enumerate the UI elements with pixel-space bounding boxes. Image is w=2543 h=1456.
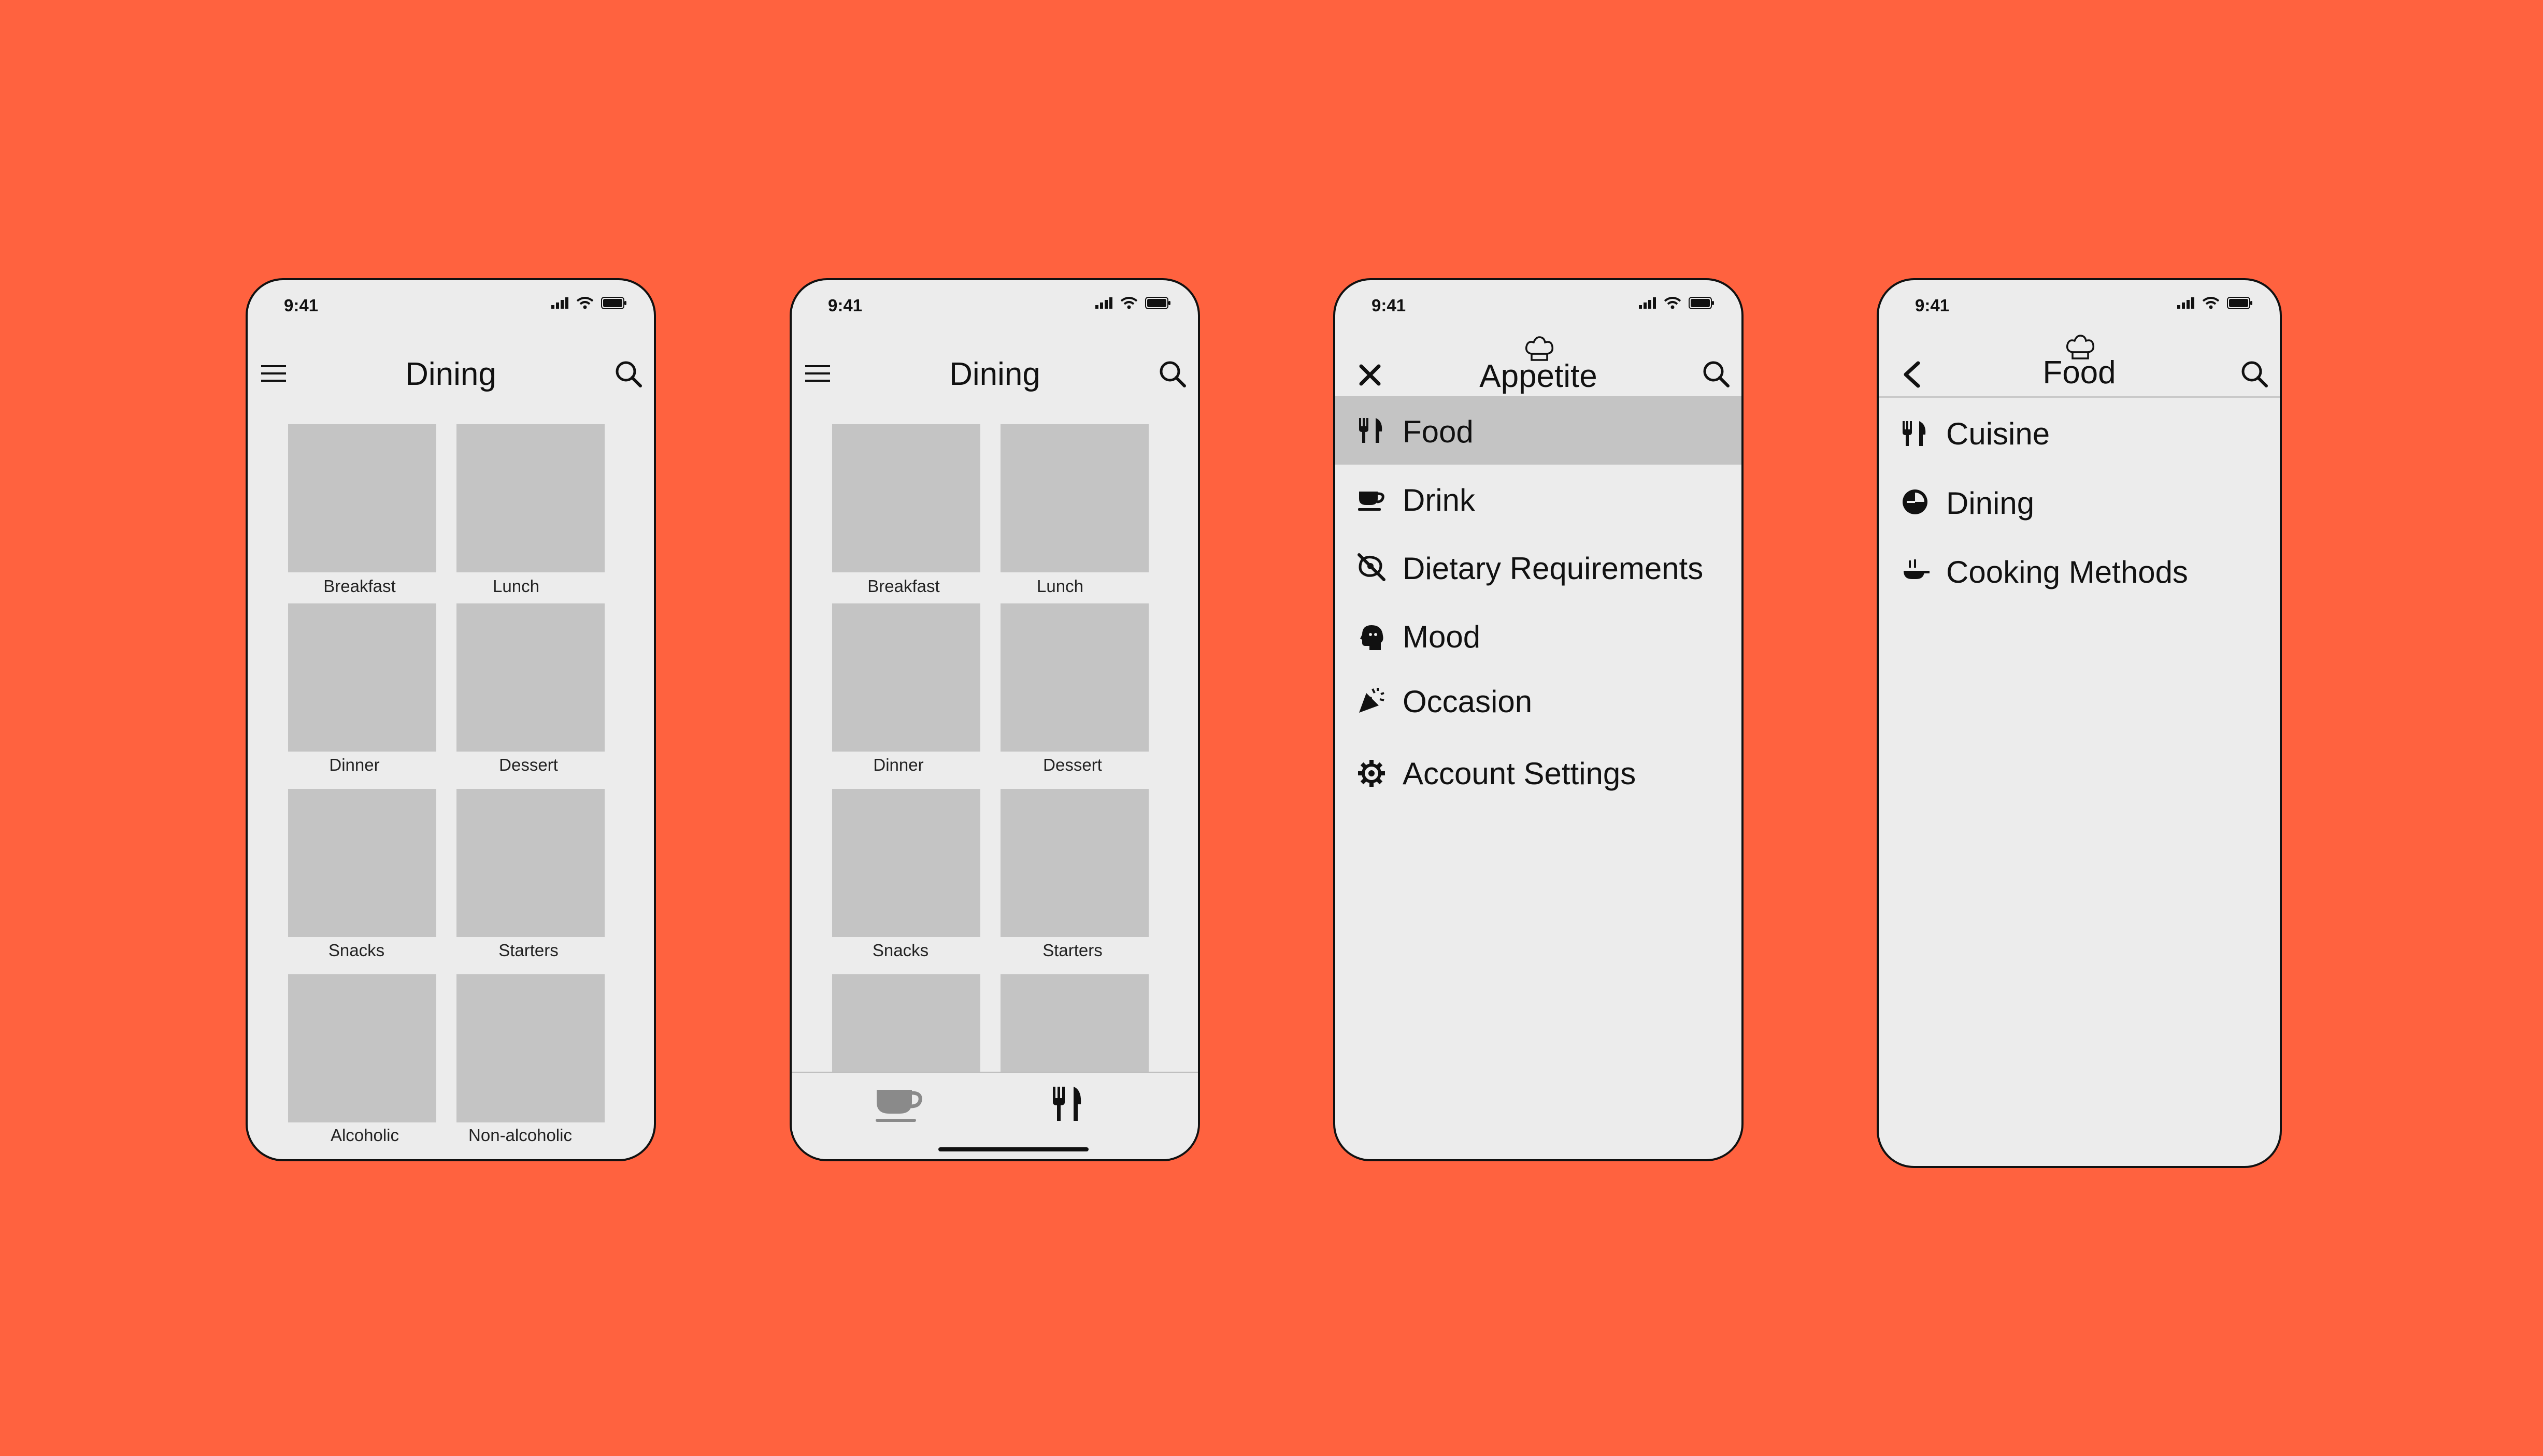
status-time: 9:41 [1371,296,1406,315]
category-tile-dessert[interactable] [456,603,605,752]
category-tile-dessert[interactable] [1001,603,1149,752]
tile-label: Breakfast [867,576,940,596]
app-title: Appetite [1479,358,1597,394]
battery-icon [1689,297,1714,309]
page-title: Food [2042,355,2116,391]
status-bar-icons [551,297,627,309]
menu-item-drink[interactable]: Drink [1335,465,1741,533]
status-time: 9:41 [828,296,863,315]
menu-item-food[interactable]: Food [1335,396,1741,465]
clock-icon [1903,489,1927,514]
wifi-icon [576,297,594,309]
phone-screen-food-submenu: 9:41 Food Cuisine Dining Cooking Methods [1877,278,2282,1168]
search-icon[interactable] [612,358,644,389]
home-indicator [938,1147,1089,1151]
menu-item-label: Food [1403,414,1474,449]
status-time: 9:41 [284,296,319,315]
category-tile-breakfast[interactable] [832,424,980,572]
status-bar-icons [1639,297,1715,309]
cellular-signal-icon [1095,297,1112,309]
menu-item-label: Cuisine [1946,416,2050,451]
menu-item-label: Occasion [1403,684,1533,719]
tile-label: Dessert [499,755,558,774]
page-title: Dining [949,356,1040,392]
page-title: Dining [405,356,496,392]
menu-item-account-settings[interactable]: Account Settings [1335,738,1741,806]
phone-screen-dining-grid: 9:41 Dining Breakfast Lunch Dinner Desse… [246,278,656,1161]
tile-label: Snacks [872,941,929,960]
coffee-cup-icon [1358,492,1384,511]
menu-item-cuisine[interactable]: Cuisine [1879,399,2280,468]
menu-item-label: Drink [1403,483,1476,517]
status-bar-icons [1095,297,1171,309]
category-tile-lunch[interactable] [456,424,605,572]
gear-icon [1358,760,1385,787]
category-tile-non-alcoholic[interactable] [456,974,605,1122]
wifi-icon [1120,297,1138,309]
tile-label: Snacks [328,941,385,960]
menu-item-mood[interactable]: Mood [1335,601,1741,670]
fork-knife-icon [1903,421,1926,446]
search-icon[interactable] [1156,358,1188,389]
menu-item-label: Dining [1946,486,2035,521]
coffee-cup-icon[interactable] [875,1087,924,1126]
tile-label: Starters [1042,941,1103,960]
category-tile-alcoholic[interactable] [288,974,436,1122]
party-popper-icon [1359,688,1384,713]
menu-item-dining[interactable]: Dining [1879,469,2280,537]
search-icon[interactable] [2238,358,2269,389]
category-tile-dinner[interactable] [832,603,980,752]
no-meat-icon [1358,553,1385,581]
menu-item-cooking-methods[interactable]: Cooking Methods [1879,538,2280,606]
cellular-signal-icon [1639,297,1656,309]
menu-item-label: Dietary Requirements [1403,551,1704,586]
cellular-signal-icon [2177,297,2194,309]
menu-item-label: Mood [1403,619,1481,654]
menu-item-occasion[interactable]: Occasion [1335,666,1741,734]
category-tile-snacks[interactable] [832,789,980,937]
status-time: 9:41 [1915,296,1950,315]
phone-screen-dining-tabbar: 9:41 Dining Breakfast Lunch Dinner Desse… [790,278,1200,1161]
battery-icon [601,297,626,309]
category-tile-starters[interactable] [1001,789,1149,937]
tile-label: Non-alcoholic [468,1126,572,1145]
tile-label: Lunch [1037,576,1083,596]
tile-label: Dinner [873,755,924,774]
fork-knife-icon [1359,418,1382,443]
menu-item-label: Account Settings [1403,756,1636,791]
tile-label: Breakfast [323,576,396,596]
search-icon[interactable] [1700,358,1731,389]
tile-label: Lunch [493,576,539,596]
wifi-icon [1664,297,1681,309]
category-tile-starters[interactable] [456,789,605,937]
battery-icon [1145,297,1170,309]
header-divider [1879,396,2280,398]
battery-icon [2227,297,2252,309]
category-tile-dinner[interactable] [288,603,436,752]
cellular-signal-icon [551,297,568,309]
phone-screen-appetite-menu: 9:41 Appetite Food Drink Dietary Require… [1333,278,1744,1161]
menu-item-dietary-requirements[interactable]: Dietary Requirements [1335,533,1741,601]
tile-label: Alcoholic [330,1126,399,1145]
fork-knife-icon[interactable] [1051,1086,1084,1122]
category-tile-breakfast[interactable] [288,424,436,572]
head-profile-icon [1360,625,1383,650]
status-bar-icons [2177,297,2253,309]
cooking-pan-icon [1904,559,1930,579]
category-tile-lunch[interactable] [1001,424,1149,572]
category-tile-snacks[interactable] [288,789,436,937]
tile-label: Dinner [329,755,380,774]
tile-label: Starters [498,941,559,960]
tile-label: Dessert [1043,755,1102,774]
wifi-icon [2202,297,2220,309]
menu-item-label: Cooking Methods [1946,555,2188,589]
